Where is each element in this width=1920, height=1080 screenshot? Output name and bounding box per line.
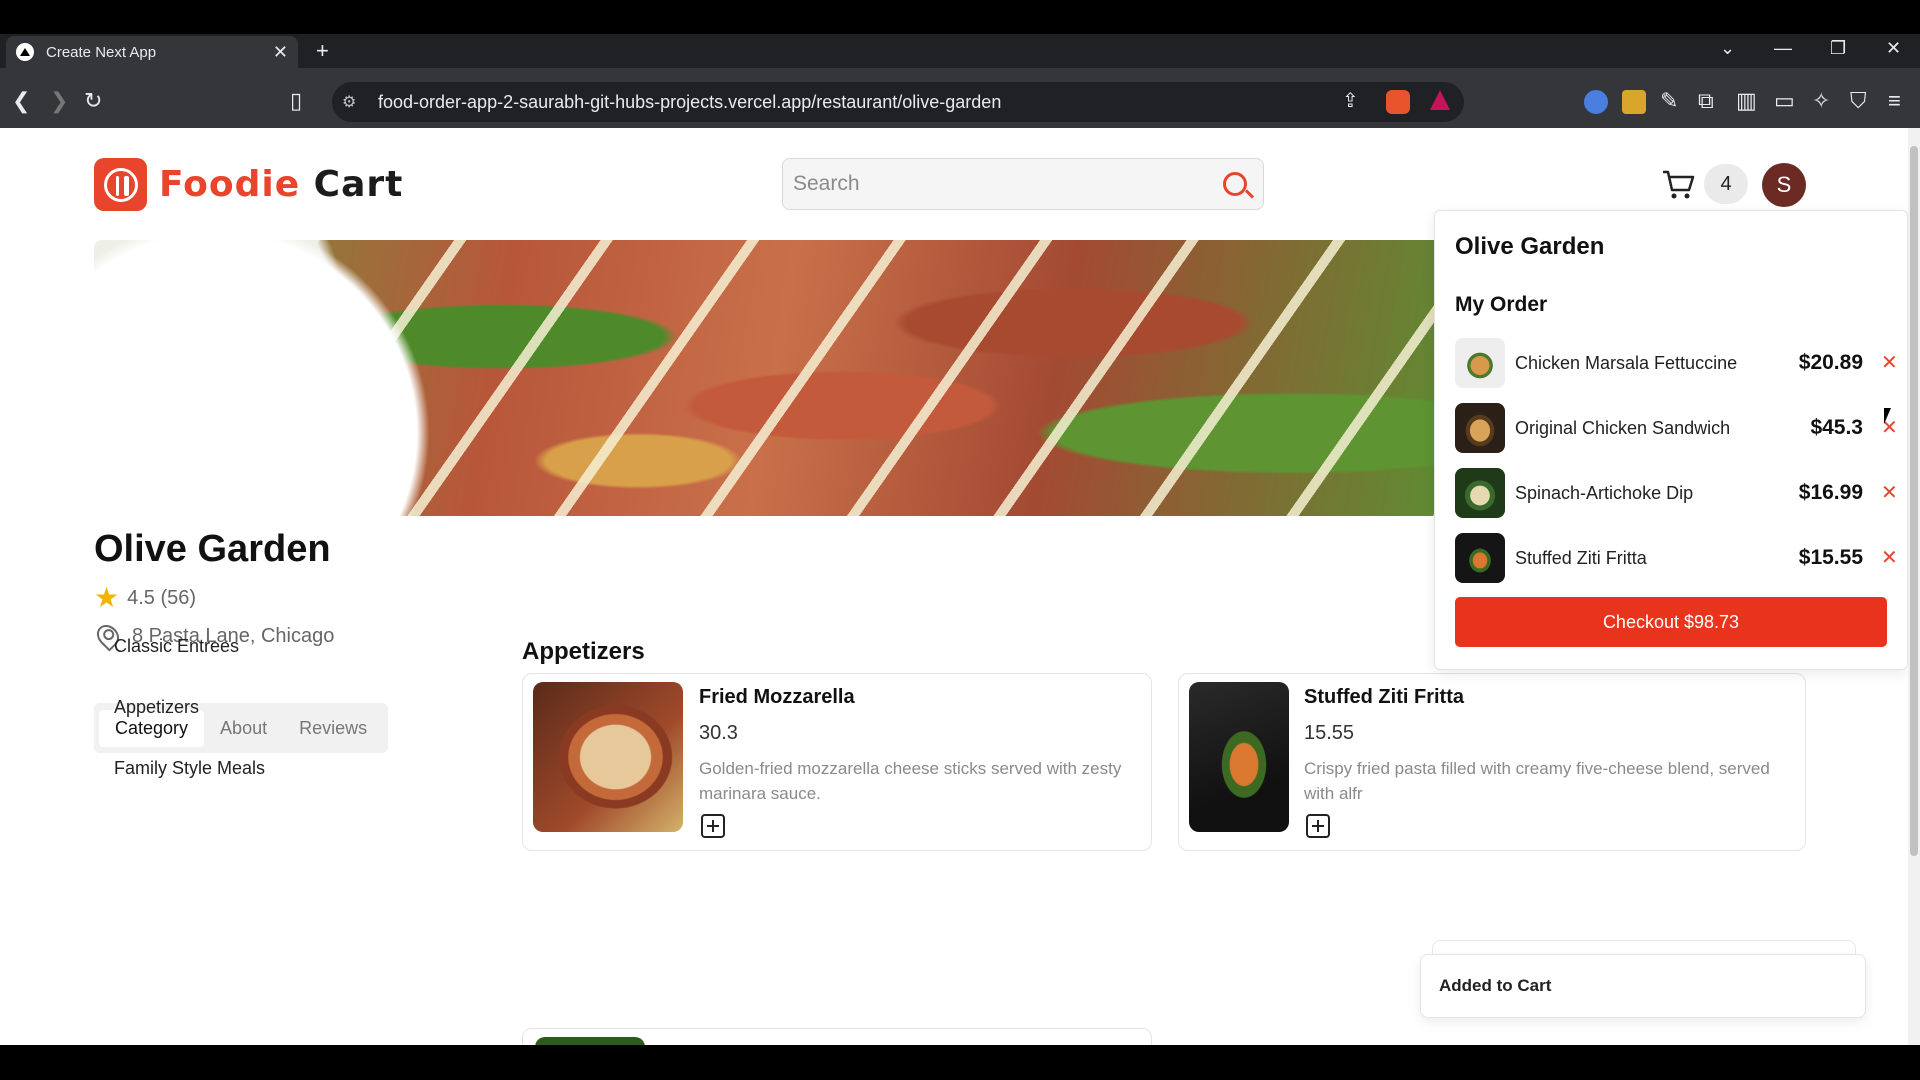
site-info-icon[interactable]: ⚙ [342, 92, 362, 112]
page-viewport: Foodie Cart 4 S Olive Garden ★ 4.5 (56) … [0, 128, 1908, 1045]
google-translate-icon[interactable] [1584, 90, 1608, 114]
category-family-style-meals[interactable]: Family Style Meals [114, 758, 265, 779]
order-item-name: Chicken Marsala Fettuccine [1515, 352, 1738, 373]
order-item: Chicken Marsala Fettuccine $20.89 ✕ [1455, 337, 1898, 389]
order-item-price: $16.99 [1798, 481, 1863, 504]
logo-text: Foodie Cart [159, 164, 404, 205]
sidebar-icon[interactable]: ▥ [1736, 90, 1757, 112]
order-item-thumbnail [1455, 403, 1505, 453]
tab-close-icon[interactable]: ✕ [273, 42, 288, 63]
section-title: Appetizers [522, 638, 645, 665]
logo-utensils-icon [94, 158, 147, 211]
remove-item-icon[interactable]: ✕ [1881, 353, 1898, 373]
vpn-icon[interactable]: ⛉ [1850, 90, 1867, 112]
order-item: Original Chicken Sandwich $45.3 ✕ [1455, 402, 1898, 454]
menu-item-price: 15.55 [1304, 722, 1355, 744]
order-item-price: $45.3 [1810, 416, 1863, 439]
window-close-icon[interactable]: ✕ [1886, 38, 1901, 59]
foodie-cart-logo[interactable]: Foodie Cart [94, 158, 403, 211]
order-item: Spinach-Artichoke Dip $16.99 ✕ [1455, 467, 1898, 519]
menu-item-description: Crispy fried pasta filled with creamy fi… [1304, 759, 1770, 803]
minimize-icon[interactable]: — [1774, 38, 1792, 59]
fried-mozzarella-image [533, 682, 683, 832]
menu-item-price: 30.3 [699, 722, 738, 744]
order-item-thumbnail [1455, 468, 1505, 518]
search-box [782, 158, 1264, 210]
forward-icon[interactable]: ❯ [50, 90, 68, 112]
order-restaurant-name: Olive Garden [1455, 233, 1605, 260]
tab-about[interactable]: About [204, 710, 283, 747]
menu-item-image [535, 1037, 645, 1045]
rating-text: 4.5 (56) [127, 586, 197, 609]
star-icon: ★ [94, 582, 120, 613]
restore-icon[interactable]: ❐ [1830, 38, 1846, 59]
menu-icon[interactable]: ≡ [1888, 90, 1901, 112]
wallet-icon[interactable]: ▭ [1774, 90, 1795, 112]
tab-reviews[interactable]: Reviews [283, 710, 383, 747]
tab-title: Create Next App [46, 43, 157, 61]
category-appetizers[interactable]: Appetizers [114, 697, 199, 718]
menu-card-partial [522, 1028, 1152, 1045]
brave-shield-icon[interactable] [1386, 90, 1410, 114]
puzzle-icon[interactable]: ⧉ [1698, 90, 1714, 112]
scrollbar-thumb[interactable] [1910, 146, 1918, 856]
browser-tab[interactable]: Create Next App ✕ [6, 36, 298, 68]
search-icon[interactable] [1223, 172, 1247, 196]
leo-icon[interactable]: ✧ [1812, 90, 1830, 112]
order-item-price: $20.89 [1798, 351, 1863, 374]
cart-count-badge[interactable]: 4 [1704, 164, 1748, 204]
search-input[interactable] [793, 172, 1223, 196]
page-scrollbar[interactable] [1908, 128, 1920, 1045]
brave-rewards-icon[interactable] [1430, 90, 1450, 110]
order-item-name: Stuffed Ziti Fritta [1515, 547, 1647, 568]
order-item-name: Original Chicken Sandwich [1515, 417, 1731, 438]
checkout-button[interactable]: Checkout $98.73 [1455, 597, 1887, 647]
screen: Create Next App ✕ + ⌄ — ❐ ✕ ❮ ❯ ↻ ▯ food… [0, 0, 1920, 1080]
bottom-black-bar [0, 1045, 1920, 1080]
extension-icon[interactable] [1622, 90, 1646, 114]
back-icon[interactable]: ❮ [12, 90, 30, 112]
order-dropdown: Olive Garden My Order Chicken Marsala Fe… [1434, 210, 1908, 670]
address-url: food-order-app-2-saurabh-git-hubs-projec… [378, 91, 1002, 112]
cart-icon[interactable] [1662, 170, 1696, 200]
order-item: Stuffed Ziti Fritta $15.55 ✕ [1455, 532, 1898, 584]
address-bar[interactable]: food-order-app-2-saurabh-git-hubs-projec… [332, 82, 1464, 122]
remove-item-icon[interactable]: ✕ [1881, 548, 1898, 568]
tab-search-icon[interactable]: ⌄ [1720, 38, 1735, 59]
vercel-favicon-icon [16, 43, 34, 61]
order-item-price: $15.55 [1798, 546, 1863, 569]
new-tab-button[interactable]: + [316, 38, 329, 64]
add-to-cart-icon[interactable] [1306, 814, 1330, 838]
order-item-thumbnail [1455, 533, 1505, 583]
category-classic-entrees[interactable]: Classic Entrees [114, 636, 239, 657]
order-item-thumbnail [1455, 338, 1505, 388]
menu-item-description: Golden-fried mozzarella cheese sticks se… [699, 759, 1122, 803]
restaurant-rating: ★ 4.5 (56) [94, 582, 197, 613]
add-to-cart-icon[interactable] [701, 814, 725, 838]
added-to-cart-toast: Added to Cart [1420, 954, 1866, 1018]
pen-icon[interactable]: ✎ [1660, 90, 1678, 112]
share-icon[interactable]: ⇪ [1342, 90, 1359, 112]
mouse-cursor [1884, 408, 1891, 424]
menu-item-name: Stuffed Ziti Fritta [1304, 686, 1464, 708]
menu-card: Fried Mozzarella 30.3 Golden-fried mozza… [522, 673, 1152, 851]
bookmark-icon[interactable]: ▯ [290, 90, 302, 112]
reload-icon[interactable]: ↻ [84, 90, 102, 112]
user-avatar[interactable]: S [1762, 163, 1806, 207]
menu-card: Stuffed Ziti Fritta 15.55 Crispy fried p… [1178, 673, 1806, 851]
restaurant-banner-image [94, 240, 1454, 516]
stuffed-ziti-fritta-image [1189, 682, 1289, 832]
order-item-name: Spinach-Artichoke Dip [1515, 482, 1694, 503]
restaurant-name: Olive Garden [94, 528, 331, 570]
remove-item-icon[interactable]: ✕ [1881, 483, 1898, 503]
my-order-heading: My Order [1455, 293, 1548, 316]
menu-item-name: Fried Mozzarella [699, 686, 855, 708]
